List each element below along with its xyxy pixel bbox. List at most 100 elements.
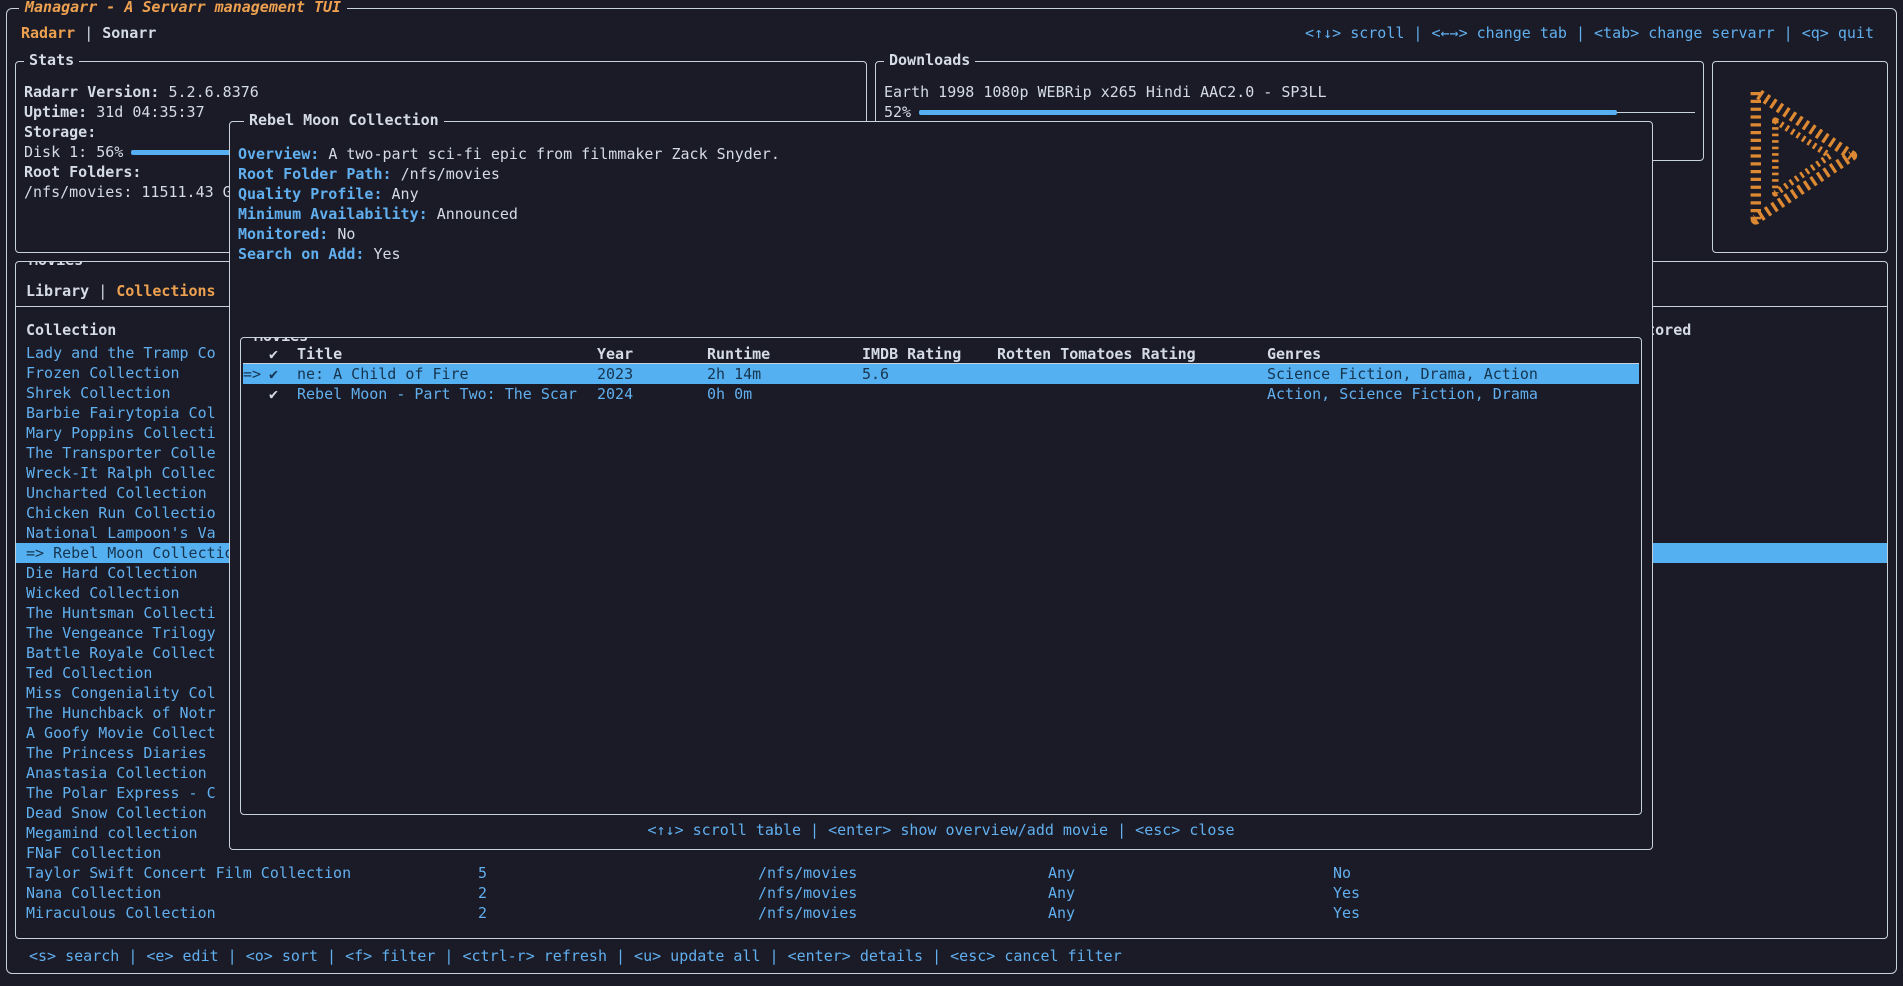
search-on-add: Yes <box>1323 883 1600 903</box>
collection-name: Nana Collection <box>16 883 468 903</box>
search-on-add-line: Search on Add: Yes <box>238 244 1644 264</box>
monitored-label: Monitored: <box>238 225 328 243</box>
check-column-header: ✔ <box>269 344 297 363</box>
movie-row[interactable]: ✔ Rebel Moon - Part Two: The Scar 2024 0… <box>243 384 1639 404</box>
quality-profile-value: Any <box>392 185 419 203</box>
root-folder-path: /nfs/movies <box>748 863 1038 883</box>
global-keybind-help: <↑↓> scroll | <←→> change tab | <tab> ch… <box>1305 24 1874 42</box>
managarr-play-logo-icon <box>1735 82 1865 232</box>
movie-year: 2024 <box>597 384 707 404</box>
monitored-value: No <box>337 225 355 243</box>
tab-library[interactable]: Library <box>26 282 89 300</box>
search-on-add-value: Yes <box>373 245 400 263</box>
bottom-bar: <s> search | <e> edit | <o> sort | <f> f… <box>15 939 1888 973</box>
quality-profile: Any <box>1038 903 1323 923</box>
root-folder-path: /nfs/movies <box>748 883 1038 903</box>
disk-usage-label: Disk 1: 56% <box>24 142 123 162</box>
monitored <box>1600 863 1887 883</box>
version-value: 5.2.6.8376 <box>169 83 259 101</box>
movie-imdb-rating <box>862 384 997 404</box>
storage-label: Storage: <box>24 123 96 141</box>
movie-title: ne: A Child of Fire <box>297 364 597 384</box>
modal-keybind-help: <↑↓> scroll table | <enter> show overvie… <box>238 815 1644 845</box>
collection-row[interactable]: Nana Collection2/nfs/moviesAnyYes <box>16 883 1887 903</box>
movie-rotten-tomatoes-rating <box>997 364 1267 384</box>
root-folder-path-label: Root Folder Path: <box>238 165 392 183</box>
collection-movies-panel: Movies ✔ Title Year Runtime IMDB Rating … <box>240 337 1642 815</box>
runtime-column-header: Runtime <box>707 344 862 363</box>
movies-tab-separator: | <box>98 282 107 300</box>
search-on-add: No <box>1323 863 1600 883</box>
overview-value: A two-part sci-fi epic from filmmaker Za… <box>328 145 780 163</box>
genres-column-header: Genres <box>1267 344 1639 363</box>
downloads-panel-title: Downloads <box>884 51 975 69</box>
movie-count: 2 <box>468 883 748 903</box>
logo-panel <box>1712 61 1888 253</box>
movie-genres: Science Fiction, Drama, Action <box>1267 364 1639 384</box>
minimum-availability-value: Announced <box>437 205 518 223</box>
movie-title: Rebel Moon - Part Two: The Scar <box>297 384 597 404</box>
collection-details-title: Rebel Moon Collection <box>244 111 444 129</box>
movie-genres: Action, Science Fiction, Drama <box>1267 384 1639 404</box>
tab-collections[interactable]: Collections <box>116 282 215 300</box>
check-icon: ✔ <box>269 364 297 384</box>
monitored-line: Monitored: No <box>238 224 1644 244</box>
collection-row[interactable]: Taylor Swift Concert Film Collection5/nf… <box>16 863 1887 883</box>
marker-column-header <box>243 344 269 363</box>
download-progress-gauge <box>919 102 1695 122</box>
download-progress-line: 52% <box>884 102 1695 122</box>
minimum-availability-line: Minimum Availability: Announced <box>238 204 1644 224</box>
overview-line: Overview: A two-part sci-fi epic from fi… <box>238 144 1644 164</box>
selection-marker <box>243 384 269 404</box>
collection-detail-fields: Overview: A two-part sci-fi epic from fi… <box>238 144 1644 264</box>
movie-row[interactable]: => ✔ ne: A Child of Fire 2023 2h 14m 5.6… <box>243 364 1639 384</box>
collection-movies-title: Movies <box>249 337 313 345</box>
movie-runtime: 0h 0m <box>707 384 862 404</box>
movies-table-header: ✔ Title Year Runtime IMDB Rating Rotten … <box>243 344 1639 364</box>
stats-panel-title: Stats <box>24 51 79 69</box>
quality-profile: Any <box>1038 863 1323 883</box>
movie-year: 2023 <box>597 364 707 384</box>
bottom-keybind-help: <s> search | <e> edit | <o> sort | <f> f… <box>29 947 1122 965</box>
movie-imdb-rating: 5.6 <box>862 364 997 384</box>
collection-name: Taylor Swift Concert Film Collection <box>16 863 468 883</box>
movie-rotten-tomatoes-rating <box>997 384 1267 404</box>
imdb-rating-column-header: IMDB Rating <box>862 344 997 363</box>
uptime-value: 31d 04:35:37 <box>96 103 204 121</box>
search-on-add-label: Search on Add: <box>238 245 364 263</box>
movie-count: 5 <box>468 863 748 883</box>
collection-name: Miraculous Collection <box>16 903 468 923</box>
quality-profile: Any <box>1038 883 1323 903</box>
tab-separator: | <box>84 24 93 42</box>
root-folder-path-line: Root Folder Path: /nfs/movies <box>238 164 1644 184</box>
servarr-tabs: Radarr | Sonarr <box>21 24 156 42</box>
collection-details-modal: Rebel Moon Collection Overview: A two-pa… <box>229 121 1653 850</box>
minimum-availability-label: Minimum Availability: <box>238 205 428 223</box>
monitored <box>1600 883 1887 903</box>
tab-sonarr[interactable]: Sonarr <box>102 24 156 42</box>
overview-label: Overview: <box>238 145 319 163</box>
version-label: Radarr Version: <box>24 83 159 101</box>
download-percent-label: 52% <box>884 102 911 122</box>
root-folder-path-value: /nfs/movies <box>401 165 500 183</box>
tab-radarr[interactable]: Radarr <box>21 24 75 42</box>
check-icon: ✔ <box>269 384 297 404</box>
selection-marker: => <box>243 364 269 384</box>
movie-runtime: 2h 14m <box>707 364 862 384</box>
monitored <box>1600 903 1887 923</box>
root-folder-path: /nfs/movies <box>748 903 1038 923</box>
search-on-add: Yes <box>1323 903 1600 923</box>
collection-row[interactable]: Miraculous Collection2/nfs/moviesAnyYes <box>16 903 1887 923</box>
download-item-name: Earth 1998 1080p WEBRip x265 Hindi AAC2.… <box>884 82 1695 102</box>
uptime-label: Uptime: <box>24 103 87 121</box>
movies-panel-title: Movies <box>24 261 88 269</box>
root-folders-label: Root Folders: <box>24 163 141 181</box>
rotten-tomatoes-column-header: Rotten Tomatoes Rating <box>997 344 1267 363</box>
header-row: Radarr | Sonarr <↑↓> scroll | <←→> chang… <box>15 19 1888 47</box>
movie-count: 2 <box>468 903 748 923</box>
title-column-header: Title <box>297 344 597 363</box>
radarr-version-line: Radarr Version: 5.2.6.8376 <box>24 82 858 102</box>
quality-profile-label: Quality Profile: <box>238 185 383 203</box>
year-column-header: Year <box>597 344 707 363</box>
quality-profile-line: Quality Profile: Any <box>238 184 1644 204</box>
